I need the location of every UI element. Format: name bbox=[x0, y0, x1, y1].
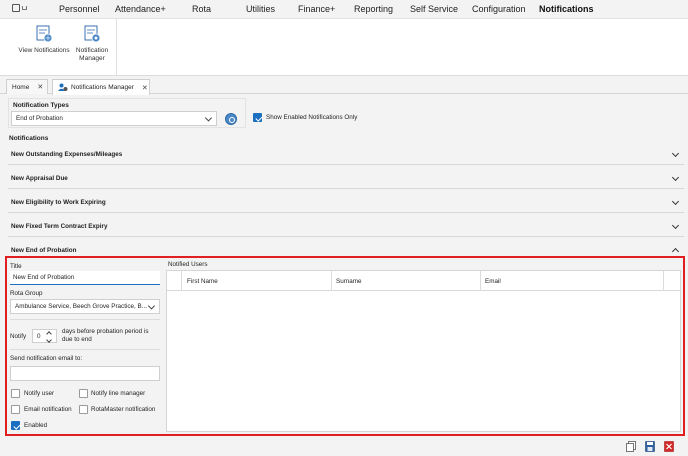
column-separator bbox=[480, 271, 481, 291]
email-notification-label: Email notification bbox=[24, 406, 72, 413]
accordion-title: New Eligibility to Work Expiring bbox=[11, 199, 106, 206]
notify-line-manager-label: Notify line manager bbox=[91, 390, 146, 397]
close-icon[interactable] bbox=[664, 441, 674, 452]
accordion-title: New Appraisal Due bbox=[11, 175, 68, 182]
close-icon[interactable]: ✕ bbox=[142, 84, 148, 92]
notification-manager-icon bbox=[83, 25, 101, 43]
menu-personnel[interactable]: Personnel bbox=[59, 4, 100, 14]
menu-notifications[interactable]: Notifications bbox=[539, 4, 594, 14]
refresh-icon[interactable] bbox=[225, 113, 237, 125]
close-icon[interactable]: ✕ bbox=[37, 83, 43, 91]
chevron-down-icon bbox=[671, 197, 680, 206]
menu-self-service[interactable]: Self Service bbox=[410, 4, 458, 14]
rota-group-value: Ambulance Service, Beech Grove Practice,… bbox=[15, 303, 147, 310]
notification-manager-label-1: Notification bbox=[75, 47, 109, 54]
view-notifications-button[interactable]: View Notifications bbox=[16, 25, 72, 55]
notified-users-label: Notified Users bbox=[168, 261, 208, 268]
notify-line-manager-checkbox[interactable] bbox=[79, 389, 88, 398]
send-email-label: Send notification email to: bbox=[10, 355, 83, 362]
notification-type-value: End of Probation bbox=[16, 115, 63, 122]
rotamaster-notification-label: RotaMaster notification bbox=[91, 406, 156, 413]
menu-attendance[interactable]: Attendance+ bbox=[115, 4, 166, 14]
chevron-up-icon[interactable] bbox=[46, 331, 52, 337]
column-email[interactable]: Email bbox=[485, 278, 501, 285]
copy-icon[interactable] bbox=[626, 441, 636, 452]
divider bbox=[10, 349, 160, 350]
chevron-down-icon[interactable] bbox=[46, 337, 52, 343]
menu-finance[interactable]: Finance+ bbox=[298, 4, 335, 14]
notification-manager-label-2: Manager bbox=[79, 54, 105, 62]
chevron-down-icon bbox=[671, 221, 680, 230]
accordion-fixed-term-contract[interactable]: New Fixed Term Contract Expiry bbox=[8, 215, 684, 237]
view-notifications-label: View Notifications bbox=[18, 47, 70, 54]
rota-group-label: Rota Group bbox=[10, 290, 43, 297]
column-first-name[interactable]: First Name bbox=[187, 278, 218, 285]
users-gear-icon bbox=[58, 83, 68, 92]
menu-bar: Personnel Attendance+ Rota Utilities Fin… bbox=[0, 0, 688, 18]
accordion-title: New Fixed Term Contract Expiry bbox=[11, 223, 108, 230]
tab-home-label: Home bbox=[12, 83, 30, 91]
accordion-outstanding-expenses[interactable]: New Outstanding Expenses/Mileages bbox=[8, 143, 684, 165]
save-icon[interactable] bbox=[645, 441, 655, 452]
notification-manager-button[interactable]: Notification Manager bbox=[74, 25, 110, 62]
send-email-input[interactable] bbox=[10, 366, 160, 381]
menu-rota[interactable]: Rota bbox=[192, 4, 211, 14]
email-notification-checkbox[interactable] bbox=[11, 405, 20, 414]
enabled-label: Enabled bbox=[24, 422, 48, 429]
chevron-down-icon bbox=[671, 149, 680, 158]
menu-utilities[interactable]: Utilities bbox=[246, 4, 275, 14]
chevron-down-icon bbox=[671, 173, 680, 182]
chevron-down-icon bbox=[147, 301, 156, 310]
title-value: New End of Probation bbox=[13, 274, 75, 281]
title-label: Title bbox=[10, 263, 22, 270]
tab-notifications-manager[interactable]: Notifications Manager ✕ bbox=[52, 79, 150, 95]
show-enabled-only-label: Show Enabled Notifications Only bbox=[266, 114, 358, 121]
notify-user-label: Notify user bbox=[24, 390, 55, 397]
column-surname[interactable]: Surname bbox=[336, 278, 362, 285]
notify-days-value: 0 bbox=[37, 333, 41, 340]
title-input[interactable]: New End of Probation bbox=[10, 271, 160, 285]
show-enabled-only-checkbox[interactable] bbox=[253, 113, 262, 122]
end-of-probation-panel: Title New End of Probation Rota Group Am… bbox=[5, 256, 685, 436]
enabled-checkbox[interactable] bbox=[11, 421, 20, 430]
menu-reporting[interactable]: Reporting bbox=[354, 4, 393, 14]
accordion-appraisal-due[interactable]: New Appraisal Due bbox=[8, 167, 684, 189]
column-separator bbox=[181, 271, 182, 291]
view-notifications-icon bbox=[35, 25, 53, 43]
app-menu-icon[interactable] bbox=[12, 4, 28, 14]
notification-types-label: Notification Types bbox=[13, 102, 69, 109]
notification-type-select[interactable]: End of Probation bbox=[11, 111, 217, 126]
notified-users-grid[interactable]: First Name Surname Email bbox=[166, 270, 681, 432]
grid-header: First Name Surname Email bbox=[167, 271, 680, 291]
notify-user-checkbox[interactable] bbox=[11, 389, 20, 398]
accordion-title: New Outstanding Expenses/Mileages bbox=[11, 151, 123, 158]
divider bbox=[10, 319, 160, 320]
notify-days-stepper[interactable]: 0 bbox=[32, 329, 57, 343]
tab-notifications-manager-label: Notifications Manager bbox=[71, 84, 134, 91]
accordion-title: New End of Probation bbox=[11, 247, 77, 254]
rota-group-select[interactable]: Ambulance Service, Beech Grove Practice,… bbox=[10, 299, 160, 314]
chevron-down-icon bbox=[204, 113, 213, 122]
column-separator bbox=[331, 271, 332, 291]
accordion-eligibility-to-work[interactable]: New Eligibility to Work Expiring bbox=[8, 191, 684, 213]
menu-configuration[interactable]: Configuration bbox=[472, 4, 526, 14]
notifications-section-title: Notifications bbox=[9, 135, 49, 142]
ribbon: View Notifications Notification Manager bbox=[0, 18, 688, 76]
days-before-text-2: due to end bbox=[62, 336, 92, 343]
chevron-up-icon bbox=[671, 247, 680, 256]
rotamaster-notification-checkbox[interactable] bbox=[79, 405, 88, 414]
tab-bar: Home ✕ Notifications Manager ✕ bbox=[0, 77, 688, 95]
notify-label: Notify bbox=[10, 333, 27, 340]
days-before-text-1: days before probation period is bbox=[62, 328, 149, 335]
tab-home[interactable]: Home ✕ bbox=[6, 79, 48, 94]
column-separator bbox=[663, 271, 664, 291]
ribbon-separator bbox=[116, 19, 117, 76]
